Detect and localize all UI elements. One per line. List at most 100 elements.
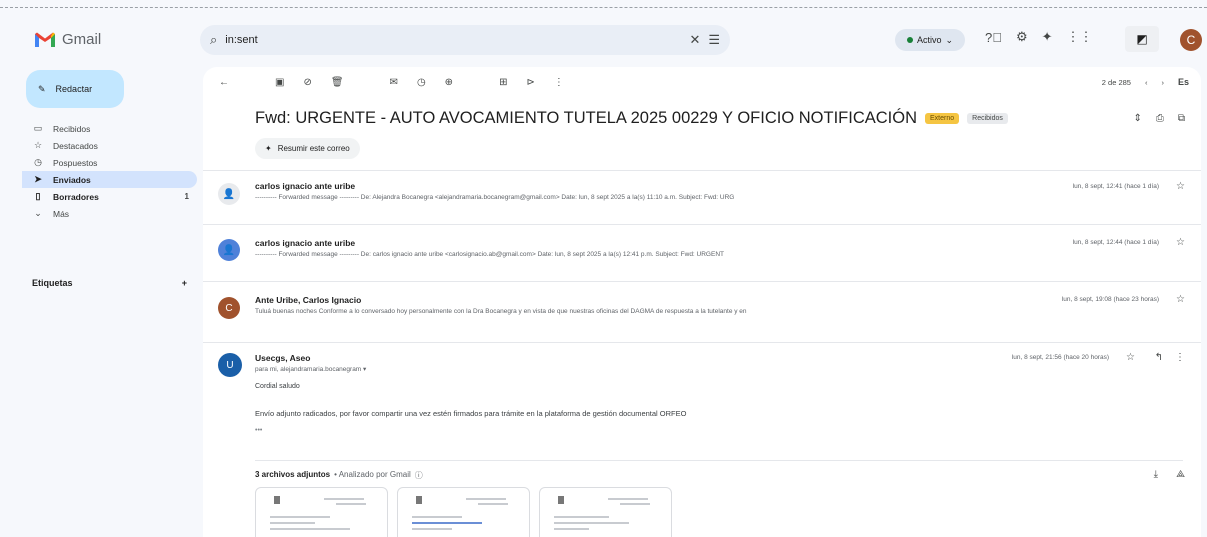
collapsed-message[interactable]: 👤 carlos ignacio ante uribe ---------- F… [203,224,1201,276]
move-to-icon[interactable]: ⊞ [499,77,507,88]
message-sender: carlos ignacio ante uribe [255,238,356,248]
language-selector[interactable]: Es [1178,77,1189,87]
avatar: 👤 [218,183,240,205]
add-to-drive-icon[interactable]: ⟁ [1176,469,1185,480]
attachments-divider [255,460,1183,461]
reply-icon[interactable]: ↰ [1155,352,1163,363]
message-sender: Ante Uribe, Carlos Ignacio [255,295,362,305]
sidebar-item-label: Borradores [53,191,99,202]
sidebar-item-label: Más [53,208,70,219]
search-options-icon[interactable]: ☰ [708,32,720,48]
gmail-logo[interactable]: Gmail [34,31,101,48]
message-sender: Usecgs, Aseo [255,353,311,363]
star-icon[interactable]: ☆ [1176,237,1185,248]
archive-icon[interactable]: ▣ [275,77,284,88]
account-avatar[interactable]: C [1180,29,1202,51]
delete-icon[interactable]: 🗑 [331,77,344,88]
status-dot-icon [906,37,913,43]
sidebar-item-label: Enviados [53,174,91,185]
chevron-down-icon: ⌄ [34,208,42,218]
back-arrow-icon[interactable]: ← [219,77,229,88]
sidebar-item-label: Recibidos [53,123,91,134]
message-body: Envío adjunto radicados, por favor compa… [255,409,687,418]
attachments-header: 3 archivos adjuntos • Analizado por Gmai… [255,470,423,481]
show-trimmed-icon[interactable]: ••• [255,427,262,434]
help-icon[interactable]: ?⃝ [985,30,1002,45]
message-date: lun, 8 sept, 12:41 (hace 1 día) [1072,183,1159,190]
sidebar-item-starred[interactable]: ☆ Destacados [22,137,197,154]
gemini-icon[interactable]: ✦ [1042,29,1053,45]
attachments-title: 3 archivos adjuntos [255,470,331,479]
summarize-label: Resumir este correo [277,144,350,153]
top-dashed-border [0,0,1207,8]
sidebar-item-label: Destacados [53,140,98,151]
gmail-m-icon [34,31,56,48]
thread-subject-row: Fwd: URGENTE - AUTO AVOCAMIENTO TUTELA 2… [255,109,1008,128]
more-vert-icon[interactable]: ⋮ [554,77,564,88]
compose-label: Redactar [55,84,93,94]
sparkle-icon: ✦ [265,144,272,153]
avatar: C [218,297,240,319]
attachment-thumbnail[interactable] [397,487,530,537]
summarize-button[interactable]: ✦ Resumir este correo [255,138,360,159]
report-spam-icon[interactable]: ⊘ [303,77,311,88]
draft-icon: ▯ [35,191,41,201]
sidebar-item-inbox[interactable]: ▭ Recibidos [22,120,197,137]
sidebar-item-label: Pospuestos [53,157,98,168]
avatar: 👤 [218,239,240,261]
sidebar-item-drafts[interactable]: ▯ Borradores 1 [22,188,197,205]
compose-button[interactable]: ✎ Redactar [26,70,124,108]
sidebar-item-more[interactable]: ⌄ Más [22,205,197,222]
attachment-thumbnail[interactable] [539,487,672,537]
greeting: Cordial saludo [255,383,300,390]
collapsed-message[interactable]: 👤 carlos ignacio ante uribe ---------- F… [203,170,1201,214]
status-label: Activo [916,35,942,45]
sidebar-item-snoozed[interactable]: ◷ Pospuestos [22,154,197,171]
settings-icon[interactable]: ⚙ [1016,29,1028,45]
org-avatar: U [218,353,242,377]
open-new-window-icon[interactable]: ⧉ [1178,113,1185,124]
add-task-icon[interactable]: ⊕ [445,77,453,88]
more-vert-icon[interactable]: ⋮ [1175,352,1185,363]
star-icon[interactable]: ☆ [1176,181,1185,192]
send-icon: ➤ [34,174,42,184]
message-view: ← ▣ ⊘ 🗑 ✉ ◷ ⊕ ⊞ ⊳ ⋮ 2 de 285 ‹ › Es Fwd:… [203,67,1201,537]
org-logo-icon[interactable]: ◩ [1125,26,1159,52]
message-recipients[interactable]: para mi, alejandramaria.bocanegram ▾ [255,365,455,373]
chevron-down-icon[interactable]: ▾ [363,366,366,373]
snooze-icon[interactable]: ◷ [417,77,426,88]
info-icon[interactable]: ⓘ [415,470,423,481]
document-logo-icon [274,496,280,504]
app-name: Gmail [62,31,102,48]
status-selector[interactable]: Activo ⌄ [895,29,965,51]
download-all-icon[interactable]: ⤓ [1154,469,1158,480]
search-query[interactable]: in:sent [225,34,257,46]
star-icon[interactable]: ☆ [1126,352,1135,363]
prev-page-icon[interactable]: ‹ [1145,78,1148,87]
chevron-down-icon: ⌄ [945,34,954,45]
message-date: lun, 8 sept, 19:08 (hace 23 horas) [1061,296,1159,303]
add-label-icon[interactable]: + [182,278,187,288]
print-icon[interactable]: ⎙ [1156,113,1164,124]
apps-grid-icon[interactable]: ⋮⋮ [1067,29,1093,45]
expand-all-icon[interactable]: ⇕ [1133,113,1141,124]
next-page-icon[interactable]: › [1161,78,1164,87]
message-sender: carlos ignacio ante uribe [255,181,356,191]
search-bar[interactable]: ⌕ in:sent ✕ ☰ [200,25,730,55]
collapsed-message[interactable]: C Ante Uribe, Carlos Ignacio Tuluá buena… [203,281,1201,331]
pager-text: 2 de 285 [1101,77,1131,87]
label-chip[interactable]: Recibidos [967,113,1008,124]
sidebar-nav: ▭ Recibidos ☆ Destacados ◷ Pospuestos ➤ … [22,120,197,222]
search-icon[interactable]: ⌕ [210,32,217,48]
inbox-icon: ▭ [33,123,43,133]
message-date: lun, 8 sept, 21:56 (hace 20 horas) [1011,354,1109,361]
message-snippet: ---------- Forwarded message --------- D… [255,251,724,258]
attachment-thumbnail[interactable] [255,487,388,537]
sidebar-item-sent[interactable]: ➤ Enviados [22,171,197,188]
clear-search-icon[interactable]: ✕ [689,32,700,48]
message-date: lun, 8 sept, 12:44 (hace 1 día) [1072,239,1159,246]
label-icon[interactable]: ⊳ [526,77,534,88]
star-icon[interactable]: ☆ [1176,294,1185,305]
mark-unread-icon[interactable]: ✉ [390,77,398,88]
recipients-text: para mi, alejandramaria.bocanegram [255,366,362,373]
